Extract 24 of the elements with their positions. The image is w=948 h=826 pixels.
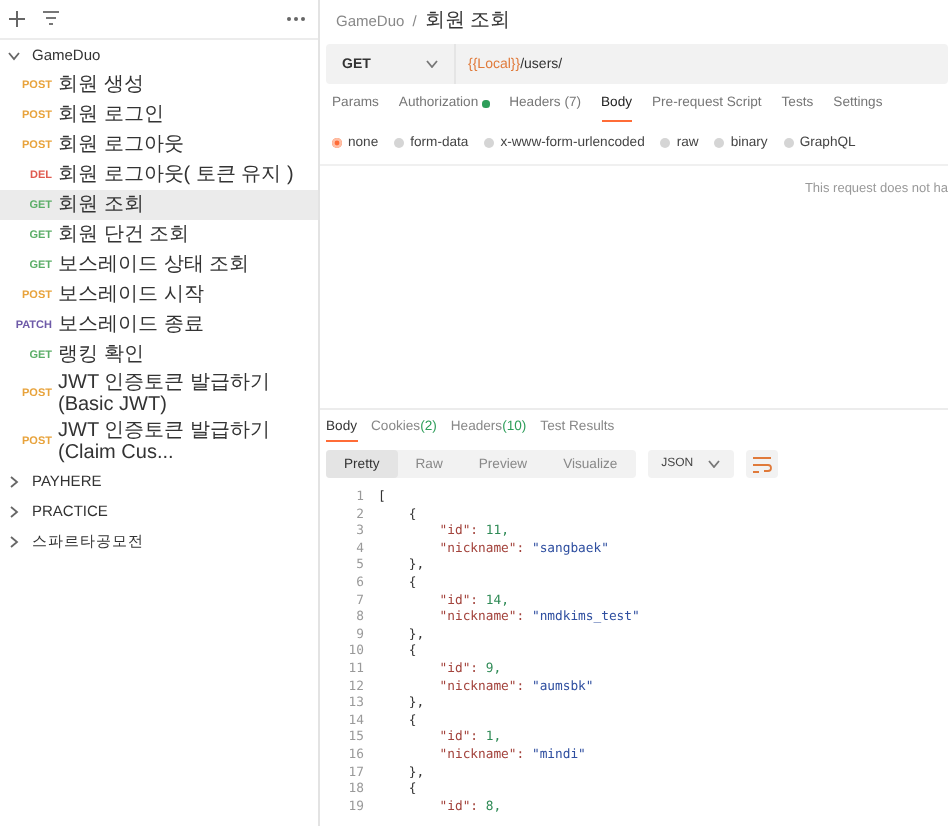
chevron-icon[interactable]	[8, 505, 20, 517]
request-name: 회원 단건 조회	[58, 224, 192, 246]
wrap-lines-button[interactable]	[745, 450, 778, 478]
request-name: 회원 생성	[58, 74, 146, 96]
request-name: 보스레이드 시작	[58, 284, 206, 306]
wrap-lines-icon	[751, 455, 772, 473]
filter-icon[interactable]	[42, 10, 60, 26]
more-icon[interactable]	[286, 15, 306, 21]
request-name: 회원 조회	[58, 194, 146, 216]
add-icon[interactable]	[8, 9, 26, 27]
chevron-down-icon	[707, 460, 720, 468]
chevron-down-icon	[426, 60, 438, 68]
request-name: 회원 로그인	[58, 104, 166, 126]
chevron-icon[interactable]	[8, 475, 20, 487]
breadcrumb-current: 회원 조회	[424, 8, 511, 34]
chevron-icon[interactable]	[8, 535, 20, 547]
request-name: JWT 인증토큰 발급하기(Claim Cus...	[58, 420, 272, 464]
request-name: 보스레이드 종료	[58, 314, 206, 336]
request-name: JWT 인증토큰 발급하기(Basic JWT)	[58, 372, 272, 416]
request-name: 회원 로그아웃( 토큰 유지 )	[58, 164, 296, 186]
request-name: 보스레이드 상태 조회	[58, 254, 252, 276]
chevron-icon[interactable]	[8, 49, 20, 61]
request-name: 랭킹 확인	[58, 344, 146, 366]
request-name: 회원 로그아웃	[58, 134, 186, 156]
